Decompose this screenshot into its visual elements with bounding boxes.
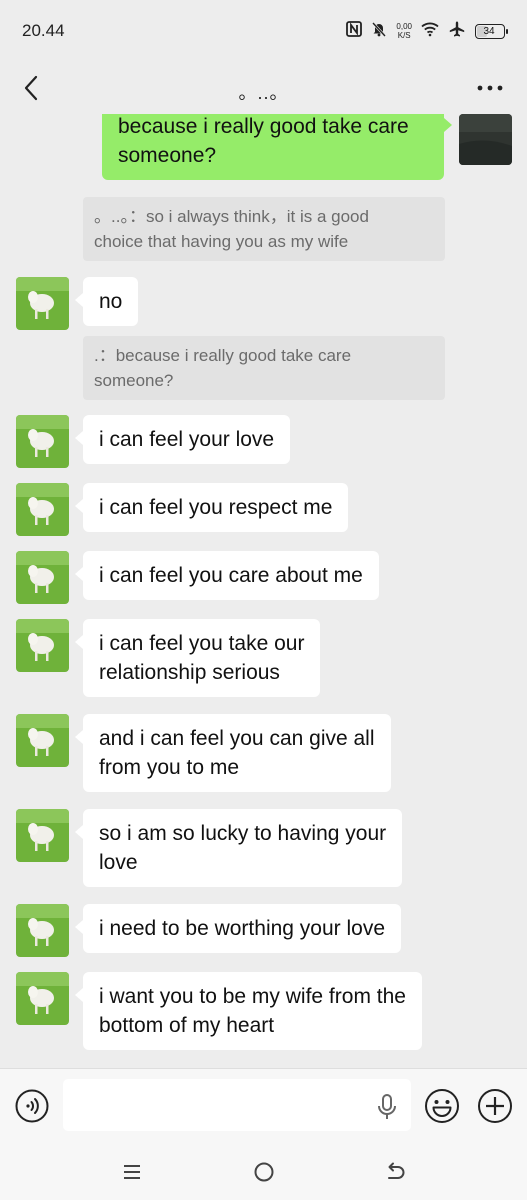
back-icon bbox=[388, 1162, 405, 1179]
contact-avatar[interactable] bbox=[16, 619, 69, 672]
chevron-left-icon bbox=[24, 75, 38, 101]
plus-icon bbox=[478, 1089, 512, 1123]
menu-icon bbox=[124, 1165, 140, 1179]
net-speed-value: 0,00 bbox=[396, 22, 412, 31]
emoji-icon bbox=[425, 1089, 459, 1123]
message-list[interactable]: because i really good take care someone?… bbox=[0, 114, 527, 1068]
battery-icon: 34 bbox=[475, 23, 508, 39]
mute-icon bbox=[371, 21, 387, 42]
voice-toggle-button[interactable] bbox=[15, 1089, 49, 1123]
back-button[interactable] bbox=[16, 70, 46, 106]
more-dots-icon bbox=[477, 85, 503, 91]
received-message-bubble[interactable]: i can feel you care about me bbox=[75, 551, 379, 600]
airplane-icon bbox=[448, 20, 466, 43]
contact-avatar[interactable] bbox=[16, 904, 69, 957]
contact-avatar[interactable] bbox=[16, 415, 69, 468]
received-message-bubble[interactable]: i need to be worthing your love bbox=[74, 904, 402, 953]
emoji-button[interactable] bbox=[424, 1088, 460, 1124]
system-back-button[interactable] bbox=[381, 1158, 409, 1186]
home-button[interactable] bbox=[250, 1158, 278, 1186]
system-nav-bar bbox=[0, 1144, 527, 1200]
sent-message-bubble[interactable]: because i really good take care someone? bbox=[102, 114, 452, 180]
received-message-bubble[interactable]: no bbox=[74, 277, 139, 326]
received-message-bubble[interactable]: i want you to be my wife from the bottom… bbox=[75, 972, 422, 1050]
received-message-bubble[interactable]: and i can feel you can give all from you… bbox=[75, 714, 391, 792]
quoted-message[interactable]: .：because i really good take care someon… bbox=[83, 336, 445, 400]
status-time: 20.44 bbox=[22, 21, 65, 40]
more-options-button[interactable] bbox=[473, 70, 507, 106]
status-icons: 0,00 K/S 34 bbox=[346, 20, 508, 43]
contact-avatar[interactable] bbox=[16, 277, 69, 330]
voice-icon bbox=[15, 1089, 49, 1123]
home-icon bbox=[254, 1162, 274, 1182]
contact-avatar[interactable] bbox=[16, 809, 69, 862]
more-functions-button[interactable] bbox=[477, 1088, 513, 1124]
received-message-bubble[interactable]: i can feel you respect me bbox=[74, 483, 349, 532]
contact-avatar[interactable] bbox=[16, 551, 69, 604]
input-bar bbox=[0, 1068, 527, 1144]
self-avatar[interactable] bbox=[459, 114, 512, 165]
received-message-bubble[interactable]: so i am so lucky to having your love bbox=[74, 809, 403, 887]
net-speed-unit: K/S bbox=[397, 31, 411, 40]
message-input[interactable] bbox=[63, 1079, 411, 1131]
contact-avatar[interactable] bbox=[16, 972, 69, 1025]
status-bar: 20.44 0,00 K/S 34 bbox=[0, 0, 527, 62]
nfc-icon bbox=[346, 20, 363, 42]
wifi-icon bbox=[421, 21, 439, 42]
mic-icon[interactable] bbox=[375, 1093, 399, 1121]
contact-avatar[interactable] bbox=[16, 483, 69, 536]
received-message-bubble[interactable]: i can feel your love bbox=[74, 415, 291, 464]
received-message-bubble[interactable]: i can feel you take our relationship ser… bbox=[74, 619, 321, 697]
recent-apps-button[interactable] bbox=[118, 1158, 146, 1186]
contact-avatar[interactable] bbox=[16, 714, 69, 767]
chat-title: 。..。 bbox=[238, 83, 289, 103]
battery-level: 34 bbox=[483, 25, 495, 37]
quoted-message[interactable]: 。..。：so i always think，it is a good choi… bbox=[83, 197, 445, 261]
net-speed: 0,00 K/S bbox=[396, 22, 412, 40]
chat-header: 。..。 bbox=[0, 62, 527, 114]
